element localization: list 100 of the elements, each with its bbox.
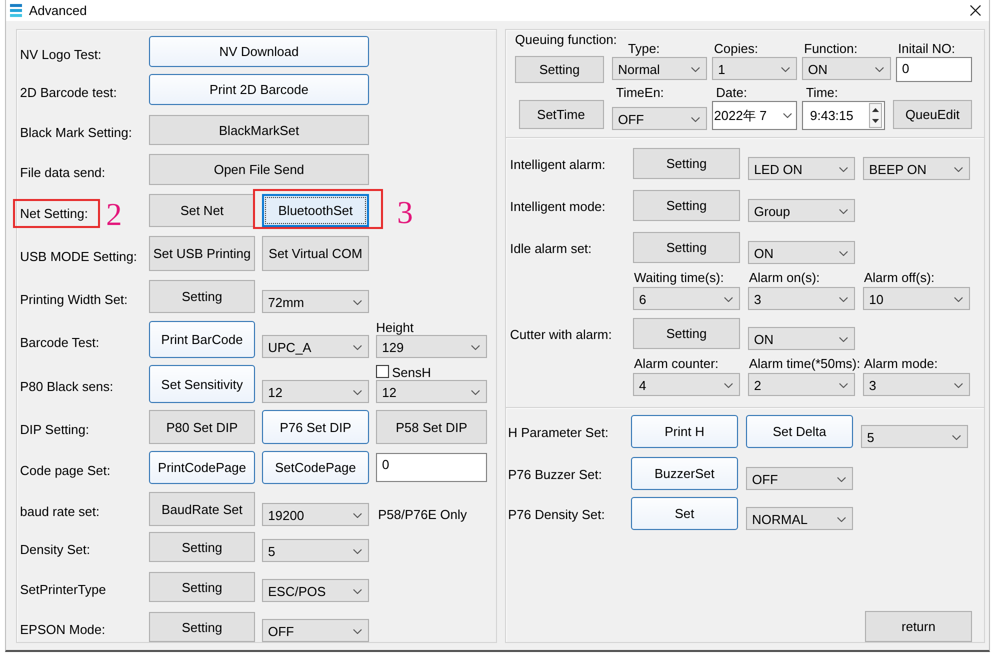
date-picker[interactable]: 2022年 7 xyxy=(712,101,797,130)
field-label: Alarm counter: xyxy=(633,356,719,371)
chevron-down-icon xyxy=(691,116,700,122)
field-label: Copies: xyxy=(713,41,758,56)
field-label: Date: xyxy=(715,85,748,100)
dropdown[interactable]: 4 xyxy=(633,373,740,396)
chevron-down-icon xyxy=(724,382,733,388)
chevron-down-icon xyxy=(353,344,362,350)
field-label: Code page Set: xyxy=(20,462,110,478)
chevron-down-icon xyxy=(839,382,848,388)
dropdown[interactable]: 12 xyxy=(376,380,487,403)
dropdown[interactable]: NORMAL xyxy=(746,507,853,530)
dropdown[interactable]: 3 xyxy=(748,287,855,310)
window-title: Advanced xyxy=(29,2,87,18)
action-button[interactable]: BuzzerSet xyxy=(631,457,738,490)
dropdown[interactable]: 10 xyxy=(863,287,970,310)
field-label: Waiting time(s): xyxy=(633,270,724,285)
setting-button[interactable]: Setting xyxy=(633,148,740,179)
action-button[interactable]: Set Sensitivity xyxy=(149,365,255,403)
text-field[interactable]: 0 xyxy=(896,57,972,82)
dropdown[interactable]: OFF xyxy=(746,467,853,490)
action-button[interactable]: Set Virtual COM xyxy=(262,236,369,271)
stacked-bars-icon xyxy=(10,4,22,17)
field-label: Function: xyxy=(803,41,858,56)
action-button[interactable]: PrintCodePage xyxy=(149,451,255,484)
dropdown[interactable]: 1 xyxy=(712,57,797,80)
chevron-down-icon xyxy=(837,476,846,482)
dropdown[interactable]: 2 xyxy=(748,373,855,396)
action-button[interactable]: Setting xyxy=(149,572,255,602)
chevron-down-icon xyxy=(954,382,963,388)
field-label: SetPrinterType xyxy=(20,582,106,598)
action-button[interactable]: Set Delta xyxy=(746,415,853,448)
dropdown[interactable]: 129 xyxy=(376,335,487,358)
set-time-button[interactable]: SetTime xyxy=(518,100,604,129)
dropdown[interactable]: LED ON xyxy=(748,157,855,180)
field-label: Printing Width Set: xyxy=(20,292,128,308)
action-button[interactable]: Print 2D Barcode xyxy=(149,74,369,105)
chevron-down-icon xyxy=(783,113,792,118)
action-button[interactable]: Setting xyxy=(149,532,255,562)
dropdown[interactable]: OFF xyxy=(262,619,369,642)
action-button[interactable]: Print BarCode xyxy=(149,321,255,358)
dropdown[interactable]: 12 xyxy=(262,380,369,403)
close-icon[interactable] xyxy=(970,5,981,16)
action-button[interactable]: Open File Send xyxy=(149,154,369,185)
chevron-down-icon xyxy=(954,296,963,302)
action-button[interactable]: P76 Set DIP xyxy=(262,410,369,444)
dropdown[interactable]: 72mm xyxy=(262,290,369,313)
section-title: Queuing function: xyxy=(515,33,617,47)
dropdown[interactable]: Group xyxy=(748,199,855,222)
field-label: USB MODE Setting: xyxy=(20,248,138,264)
dropdown[interactable]: ON xyxy=(748,327,855,350)
dropdown[interactable]: 5 xyxy=(861,425,968,448)
callout-number: 3 xyxy=(397,196,413,228)
checkbox[interactable] xyxy=(376,365,389,378)
chevron-down-icon xyxy=(839,166,848,172)
caret-down-icon xyxy=(872,119,879,124)
field-label: File data send: xyxy=(20,164,106,180)
dropdown[interactable]: BEEP ON xyxy=(863,157,970,180)
action-button[interactable]: BaudRate Set xyxy=(149,492,255,526)
field-label: H Parameter Set: xyxy=(508,424,608,440)
action-button[interactable]: P58 Set DIP xyxy=(376,410,487,444)
setting-button[interactable]: Setting xyxy=(633,318,740,349)
dropdown[interactable]: Normal xyxy=(612,57,707,80)
setting-button[interactable]: Setting xyxy=(633,190,740,221)
dropdown[interactable]: ON xyxy=(748,241,855,264)
action-button[interactable]: Setting xyxy=(149,612,255,642)
chevron-down-icon xyxy=(839,250,848,256)
setting-button[interactable]: Setting xyxy=(633,232,740,263)
action-button[interactable]: BlackMarkSet xyxy=(149,115,369,145)
dropdown[interactable]: 19200 xyxy=(262,503,369,526)
field-label: Time: xyxy=(805,85,838,100)
dropdown[interactable]: ON xyxy=(802,57,891,80)
field-label: Height xyxy=(376,320,414,335)
note-text: P58/P76E Only xyxy=(377,506,467,524)
setting-button[interactable]: Setting xyxy=(515,56,604,83)
action-button[interactable]: Set xyxy=(631,497,738,530)
action-button[interactable]: BluetoothSet xyxy=(262,194,369,227)
dropdown[interactable]: OFF xyxy=(612,107,707,130)
field-label: P80 Black sens: xyxy=(20,379,114,395)
action-button[interactable]: Setting xyxy=(149,280,255,313)
chevron-down-icon xyxy=(839,336,848,342)
field-label: Alarm on(s): xyxy=(748,270,820,285)
action-button[interactable]: Set Net xyxy=(149,194,255,227)
action-button[interactable]: NV Download xyxy=(149,36,369,67)
dropdown[interactable]: 3 xyxy=(863,373,970,396)
chevron-down-icon xyxy=(839,296,848,302)
text-field[interactable]: 0 xyxy=(376,453,487,482)
action-button[interactable]: Print H xyxy=(631,415,738,448)
dropdown[interactable]: 6 xyxy=(633,287,740,310)
dropdown[interactable]: UPC_A xyxy=(262,335,369,358)
return-button[interactable]: return xyxy=(865,611,972,642)
dropdown[interactable]: ESC/POS xyxy=(262,579,369,602)
dropdown[interactable]: 5 xyxy=(262,539,369,562)
action-button[interactable]: SetCodePage xyxy=(262,451,369,484)
spin-buttons[interactable] xyxy=(869,103,882,128)
action-button[interactable]: Set USB Printing xyxy=(149,236,255,271)
queue-edit-button[interactable]: QueuEdit xyxy=(893,100,972,129)
action-button[interactable]: P80 Set DIP xyxy=(149,410,255,444)
time-field[interactable]: 9:43:15 xyxy=(802,101,885,130)
chevron-down-icon xyxy=(471,390,480,394)
